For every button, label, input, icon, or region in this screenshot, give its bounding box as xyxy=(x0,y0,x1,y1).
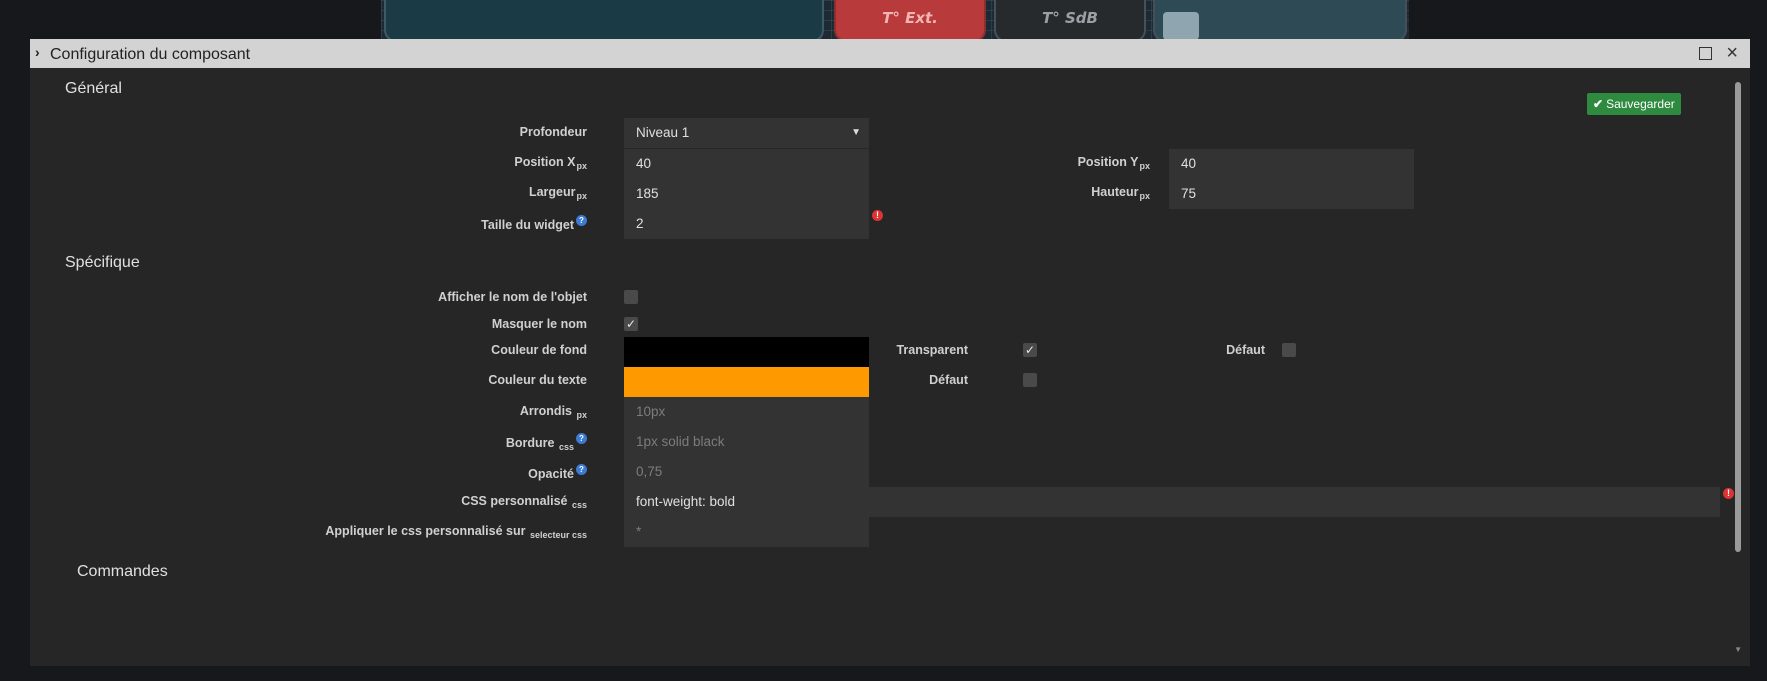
calendar-icon xyxy=(1163,12,1199,40)
help-icon[interactable]: ? xyxy=(576,433,587,444)
label-arrondis: Arrondis px xyxy=(519,404,587,420)
modal-content: ▼ Général ✔ Sauvegarder Profondeur Niveau… xyxy=(30,68,1750,666)
defaut-fond-checkbox[interactable] xyxy=(1282,343,1296,357)
modal-title: Configuration du composant xyxy=(50,46,251,63)
label-couleur-texte: Couleur du texte xyxy=(488,373,587,387)
error-icon: ! xyxy=(1723,488,1734,499)
arrondis-input[interactable]: 10px xyxy=(624,397,869,427)
dashboard-tile xyxy=(384,0,824,42)
position-y-input[interactable]: 40 xyxy=(1169,149,1414,179)
label-defaut-texte: Défaut xyxy=(929,373,968,387)
bordure-input[interactable]: 1px solid black xyxy=(624,427,869,457)
label-largeur: Largeurpx xyxy=(528,185,587,201)
defaut-texte-checkbox[interactable] xyxy=(1023,373,1037,387)
label-couleur-fond: Couleur de fond xyxy=(491,343,587,357)
label-profondeur: Profondeur xyxy=(519,125,587,139)
caret-down-icon: ▼ xyxy=(851,127,861,138)
position-x-input[interactable]: 40 xyxy=(624,149,869,179)
close-icon[interactable]: × xyxy=(1726,42,1738,65)
dashboard-tile-sdb: T° SdB xyxy=(994,0,1146,42)
largeur-input[interactable]: 185 xyxy=(624,179,869,209)
label-defaut-fond: Défaut xyxy=(1226,343,1265,357)
label-position-x: Position Xpx xyxy=(514,155,587,171)
label-taille-widget: Taille du widget? xyxy=(481,215,587,232)
label-css-personnalise: CSS personnalisé css xyxy=(461,494,587,510)
chevron-right-icon: › xyxy=(35,44,40,60)
label-afficher-nom: Afficher le nom de l'objet xyxy=(438,290,587,304)
couleur-fond-picker[interactable] xyxy=(624,337,869,367)
masquer-nom-checkbox[interactable]: ✓ xyxy=(624,317,638,331)
section-specifique-heading: Spécifique xyxy=(65,254,140,271)
profondeur-select[interactable]: Niveau 1 ▼ xyxy=(624,118,869,148)
scroll-down-icon[interactable]: ▼ xyxy=(1734,645,1742,654)
css-personnalise-input[interactable]: font-weight: bold xyxy=(624,487,1720,517)
check-icon: ✔ xyxy=(1593,97,1604,111)
help-icon[interactable]: ? xyxy=(576,464,587,475)
dashboard-tile-ext: T° Ext. xyxy=(834,0,986,42)
couleur-texte-picker[interactable] xyxy=(624,367,869,397)
hauteur-input[interactable]: 75 xyxy=(1169,179,1414,209)
label-position-y: Position Ypx xyxy=(1077,155,1150,171)
dashboard-tile-programmation xyxy=(1153,0,1407,42)
scrollbar[interactable] xyxy=(1735,82,1741,552)
taille-widget-input[interactable]: 2 xyxy=(624,209,869,239)
label-transparent: Transparent xyxy=(896,343,968,357)
maximize-icon[interactable] xyxy=(1699,47,1712,60)
label-bordure: Bordure css? xyxy=(506,433,587,452)
selecteur-css-input[interactable]: * xyxy=(624,517,869,547)
help-icon[interactable]: ? xyxy=(576,215,587,226)
label-hauteur: Hauteurpx xyxy=(1091,185,1150,201)
component-config-modal: › Configuration du composant × ▼ Général… xyxy=(30,39,1750,666)
section-general-heading: Général xyxy=(65,80,122,97)
label-masquer-nom: Masquer le nom xyxy=(491,317,587,331)
save-button[interactable]: ✔ Sauvegarder xyxy=(1587,93,1681,115)
opacite-input[interactable]: 0,75 xyxy=(624,457,869,487)
transparent-checkbox[interactable]: ✓ xyxy=(1023,343,1037,357)
section-commandes-heading[interactable]: Commandes xyxy=(77,563,168,581)
label-appliquer-css: Appliquer le css personnalisé sur select… xyxy=(325,524,587,540)
error-icon: ! xyxy=(872,210,883,221)
afficher-nom-checkbox[interactable] xyxy=(624,290,638,304)
modal-titlebar[interactable]: › Configuration du composant × xyxy=(30,39,1750,68)
label-opacite: Opacité? xyxy=(528,464,587,481)
